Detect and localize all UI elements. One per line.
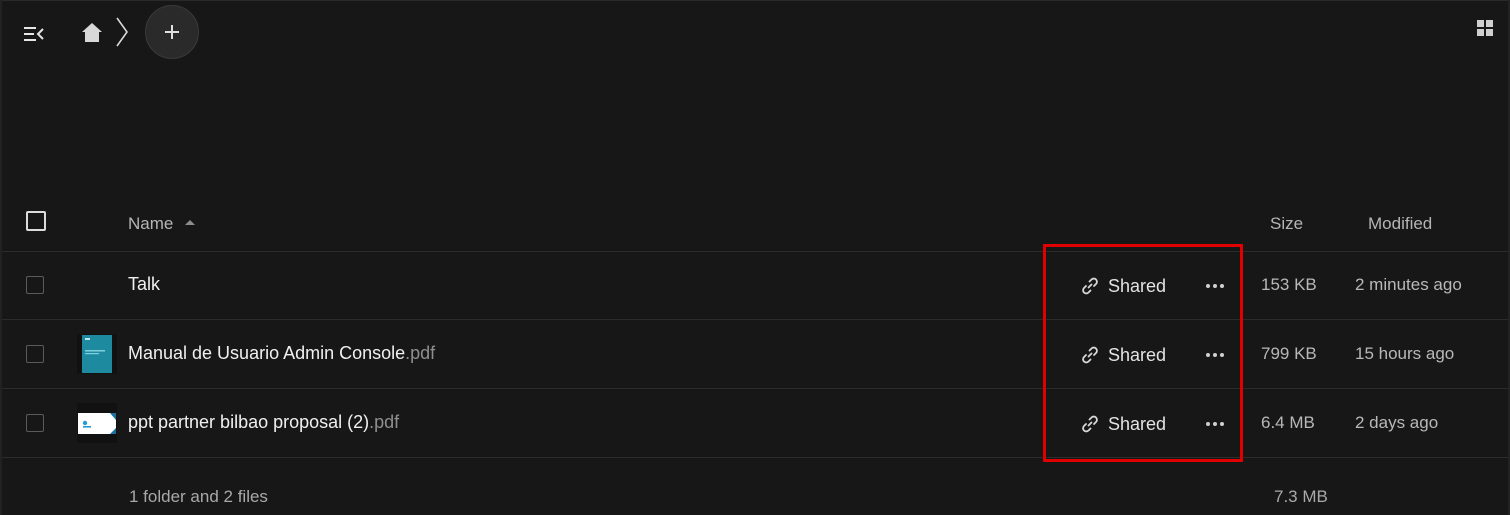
link-icon xyxy=(1082,415,1098,433)
file-name[interactable]: ppt partner bilbao proposal (2).pdf xyxy=(128,412,399,433)
link-icon xyxy=(1082,346,1098,364)
new-file-button[interactable] xyxy=(145,5,199,59)
row-checkbox[interactable] xyxy=(26,276,44,294)
table-header: Name Size Modified xyxy=(2,196,1508,252)
pdf-thumbnail[interactable] xyxy=(77,403,117,443)
link-icon xyxy=(1082,277,1098,295)
file-basename: ppt partner bilbao proposal (2) xyxy=(128,412,370,432)
table-row[interactable]: Manual de Usuario Admin Console.pdf Shar… xyxy=(2,320,1508,389)
share-button[interactable]: Shared xyxy=(1080,412,1166,436)
file-basename: Manual de Usuario Admin Console xyxy=(128,343,406,363)
share-button[interactable]: Shared xyxy=(1080,274,1166,298)
home-icon[interactable] xyxy=(80,20,104,46)
file-modified: 2 minutes ago xyxy=(1355,275,1462,294)
column-size-header[interactable]: Size xyxy=(1270,214,1303,234)
more-actions-icon[interactable] xyxy=(1202,414,1228,434)
row-checkbox[interactable] xyxy=(26,345,44,363)
sort-ascending-icon xyxy=(185,220,196,226)
more-actions-icon[interactable] xyxy=(1202,276,1228,296)
share-button[interactable]: Shared xyxy=(1080,343,1166,367)
files-app: Name Size Modified Talk Shared 153 KB 2 … xyxy=(0,0,1510,515)
share-label: Shared xyxy=(1108,275,1167,296)
file-extension: .pdf xyxy=(369,412,400,432)
file-size: 153 KB xyxy=(1261,275,1317,294)
file-modified: 15 hours ago xyxy=(1355,344,1455,363)
file-basename: Talk xyxy=(128,274,161,294)
pdf-thumbnail[interactable] xyxy=(77,334,117,374)
more-actions-icon[interactable] xyxy=(1202,345,1228,365)
table-row[interactable]: ppt partner bilbao proposal (2).pdf Shar… xyxy=(2,389,1508,458)
file-size: 799 KB xyxy=(1261,344,1317,363)
top-border xyxy=(0,0,1510,1)
menu-collapse-icon[interactable] xyxy=(22,22,46,46)
table-row[interactable]: Talk Shared 153 KB 2 minutes ago xyxy=(2,251,1508,320)
column-modified-header[interactable]: Modified xyxy=(1368,214,1432,234)
share-label: Shared xyxy=(1108,344,1167,365)
row-checkbox[interactable] xyxy=(26,414,44,432)
column-name-header[interactable]: Name xyxy=(128,214,196,234)
column-name-label: Name xyxy=(128,214,174,233)
file-extension: .pdf xyxy=(405,343,436,363)
summary-count: 1 folder and 2 files xyxy=(129,487,268,506)
grid-view-icon[interactable] xyxy=(1476,19,1494,37)
select-all-checkbox[interactable] xyxy=(26,211,46,231)
file-name[interactable]: Manual de Usuario Admin Console.pdf xyxy=(128,343,435,364)
summary-size: 7.3 MB xyxy=(1274,487,1328,506)
file-modified: 2 days ago xyxy=(1355,413,1439,432)
file-size: 6.4 MB xyxy=(1261,413,1315,432)
share-label: Shared xyxy=(1108,413,1167,434)
column-modified-label: Modified xyxy=(1368,214,1433,233)
plus-icon xyxy=(165,25,179,39)
column-size-label: Size xyxy=(1270,214,1304,233)
file-name[interactable]: Talk xyxy=(128,274,160,295)
chevron-right-icon xyxy=(114,16,130,48)
